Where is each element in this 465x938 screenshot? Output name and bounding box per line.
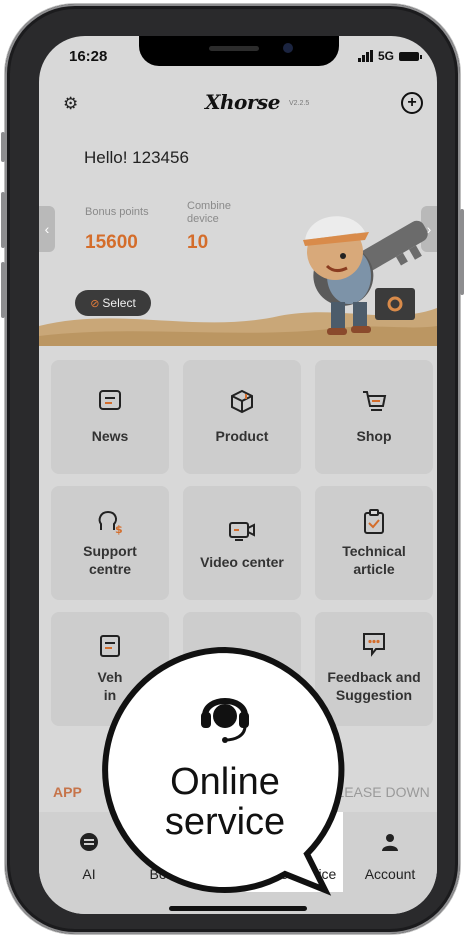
app-header: ⚙ Xhorse V2.2.5 + <box>39 90 437 120</box>
app-version: V2.2.5 <box>289 100 310 107</box>
app-screen: 16:28 5G ⚙ Xhorse V2.2.5 + Hello! 123456… <box>39 36 437 914</box>
support-centre-tile[interactable]: $ Support centre <box>51 486 169 600</box>
tab-account-label: Account <box>364 866 416 882</box>
technical-label-line1: Technical <box>342 543 406 559</box>
tab-account[interactable]: Account <box>343 812 437 892</box>
news-label: News <box>91 428 129 444</box>
chat-dots-icon <box>363 633 385 657</box>
battery-icon <box>399 51 422 61</box>
combine-device-label: Combine device <box>187 200 231 226</box>
news-icon <box>99 390 121 410</box>
clipboard-check-icon <box>364 509 384 534</box>
power-button <box>460 209 464 295</box>
select-button[interactable]: ⊘ Select <box>75 290 151 316</box>
callout-line1: Online <box>170 761 280 803</box>
plus-circle-icon[interactable]: + <box>401 92 423 114</box>
product-box-icon <box>231 389 253 414</box>
gear-icon[interactable]: ⚙ <box>63 94 78 114</box>
video-center-tile[interactable]: Video center <box>183 486 301 600</box>
combine-label-line1: Combine <box>187 200 232 212</box>
combine-device-value[interactable]: 10 <box>187 232 208 254</box>
status-time: 16:28 <box>69 48 108 65</box>
bonus-points-label: Bonus points <box>85 206 149 218</box>
shop-tile[interactable]: Shop <box>315 360 433 474</box>
technical-label-line2: article <box>353 561 395 577</box>
bonus-points-value[interactable]: 15600 <box>85 232 138 254</box>
select-label: Select <box>102 296 136 310</box>
svg-text:$: $ <box>115 523 123 536</box>
phone-frame: 16:28 5G ⚙ Xhorse V2.2.5 + Hello! 123456… <box>1 4 464 934</box>
signal-icon <box>357 50 373 62</box>
brand-logo: Xhorse <box>205 90 280 114</box>
person-icon <box>382 834 398 851</box>
news-tile[interactable]: News <box>51 360 169 474</box>
callout-line2: service <box>164 801 286 843</box>
technical-article-tile[interactable]: Technical article <box>315 486 433 600</box>
headset-icon <box>201 698 249 743</box>
shop-label: Shop <box>356 428 392 444</box>
link-icon: ⊘ <box>90 298 100 310</box>
support-label-line2: centre <box>88 561 132 577</box>
online-service-callout: Online service <box>95 644 355 904</box>
notch <box>139 36 339 66</box>
video-center-label: Video center <box>200 554 284 570</box>
network-type: 5G <box>377 49 394 63</box>
support-label-line1: Support <box>83 543 137 559</box>
product-label: Product <box>215 428 269 444</box>
notice-text-left: APP <box>53 784 82 800</box>
greeting: Hello! 123456 <box>84 148 189 167</box>
support-icon: $ <box>98 510 123 536</box>
silent-switch <box>1 132 5 162</box>
video-camera-icon <box>229 522 255 541</box>
banner-prev-arrow[interactable]: ‹ <box>39 206 55 252</box>
combine-label-line2: device <box>187 213 219 225</box>
mascot-illustration <box>303 216 428 335</box>
volume-up-button <box>1 192 5 248</box>
volume-down-button <box>1 262 5 318</box>
cart-icon <box>363 391 387 411</box>
home-indicator <box>169 906 307 911</box>
product-tile[interactable]: Product <box>183 360 301 474</box>
